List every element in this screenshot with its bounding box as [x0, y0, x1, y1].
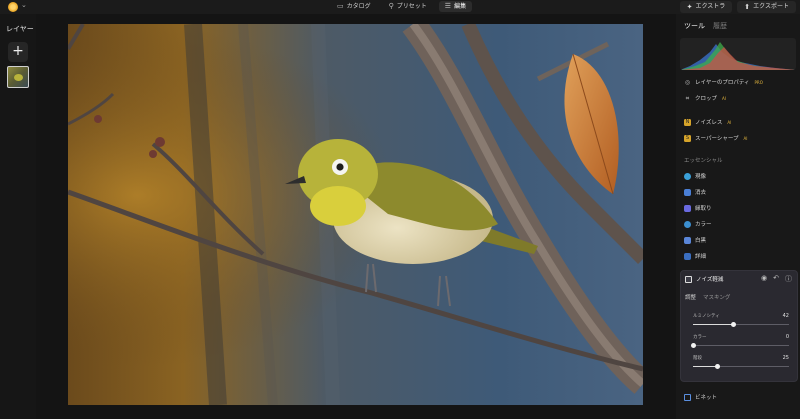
layers-panel: レイヤー + [0, 14, 36, 419]
chevron-down-icon[interactable]: ⌄ [21, 1, 27, 9]
tab-adjust[interactable]: 調整 [685, 293, 696, 301]
tools-panel: ツール 履歴 ◎ レイヤーのプロパティ PRO ⌗ クロップ AI N ノイズレ… [676, 14, 800, 419]
vignette-checkbox[interactable] [684, 393, 691, 401]
tool-vignette[interactable]: ビネット [684, 393, 717, 401]
top-right-actions: ✦ エクストラ ⬆ エクスポート [679, 1, 796, 13]
erase-icon [684, 188, 691, 196]
export-button[interactable]: ⬆ エクスポート [737, 1, 796, 13]
panel-tabs: ツール 履歴 [684, 21, 727, 31]
develop-icon [684, 172, 691, 180]
layers-title: レイヤー [6, 25, 34, 33]
panel-enable-checkbox[interactable] [685, 275, 692, 283]
crop-icon: ⌗ [685, 94, 690, 102]
tab-masking[interactable]: マスキング [703, 293, 730, 301]
section-essentials: エッセンシャル [684, 158, 723, 164]
slider-knob[interactable] [730, 321, 736, 327]
tool-color[interactable]: カラー [684, 219, 712, 229]
tool-crop[interactable]: ⌗ クロップ AI [684, 93, 726, 103]
slider-knob[interactable] [714, 363, 720, 369]
slider-track [693, 345, 789, 346]
mode-edit[interactable]: ☰ 編集 [438, 1, 473, 12]
slider-fill [693, 366, 717, 367]
tab-tools[interactable]: ツール [684, 21, 705, 31]
panel-actions: ◉ ↶ ⓘ [761, 274, 792, 284]
noiseless-icon: N [684, 118, 691, 126]
tool-develop[interactable]: 現像 [684, 171, 706, 181]
panel-subtabs: 調整 マスキング [685, 293, 730, 301]
tool-details[interactable]: 詳細 [684, 251, 706, 261]
extras-button[interactable]: ✦ エクストラ [679, 1, 733, 13]
tool-black-white[interactable]: 白黒 [684, 235, 706, 245]
sliders-icon: ☰ [444, 2, 452, 10]
framing-icon [684, 204, 691, 212]
panel-title: ノイズ軽減 [696, 277, 724, 283]
info-icon[interactable]: ⓘ [785, 274, 792, 284]
mode-catalog[interactable]: ▭ カタログ [331, 1, 377, 12]
black-white-icon [684, 236, 691, 244]
tool-erase[interactable]: 消去 [684, 187, 706, 197]
mode-presets[interactable]: ⚲ プリセット [383, 1, 433, 12]
photo-image [68, 24, 643, 405]
tool-supersharp[interactable]: S スーパーシャープ AI [684, 133, 747, 143]
layer-props-icon: ◎ [684, 78, 691, 86]
tool-framing[interactable]: 縁取り [684, 203, 712, 213]
mode-switcher: ▭ カタログ ⚲ プリセット ☰ 編集 [331, 1, 473, 12]
export-icon: ⬆ [744, 3, 751, 11]
tool-noiseless[interactable]: N ノイズレス AI [684, 117, 731, 127]
tab-history[interactable]: 履歴 [713, 21, 727, 31]
color-icon [684, 220, 691, 228]
add-layer-button[interactable]: + [8, 42, 28, 62]
sparkle-icon: ✦ [686, 3, 693, 11]
details-icon [684, 252, 691, 260]
supersharp-icon: S [684, 134, 691, 142]
layer-thumbnail[interactable] [7, 66, 29, 88]
undo-icon[interactable]: ↶ [773, 274, 779, 284]
top-bar: ⌄ ▭ カタログ ⚲ プリセット ☰ 編集 ✦ エクストラ ⬆ エクスポート [0, 0, 800, 14]
photo-canvas[interactable] [68, 24, 643, 405]
thumbnail-bird [14, 74, 23, 81]
tool-layer-properties[interactable]: ◎ レイヤーのプロパティ PRO [684, 77, 763, 87]
panel-header: ノイズ軽減 [685, 275, 723, 283]
magic-icon: ⚲ [388, 2, 394, 10]
eye-icon[interactable]: ◉ [761, 274, 767, 284]
app-logo-icon[interactable] [8, 2, 18, 12]
slider-knob[interactable] [690, 342, 696, 348]
histogram [680, 38, 796, 70]
slider-fill [693, 324, 734, 325]
noise-reduction-panel: ノイズ軽減 ◉ ↶ ⓘ 調整 マスキング ルミノシティ 42 カラー 0 階段 … [680, 270, 798, 382]
folder-icon: ▭ [337, 2, 344, 10]
